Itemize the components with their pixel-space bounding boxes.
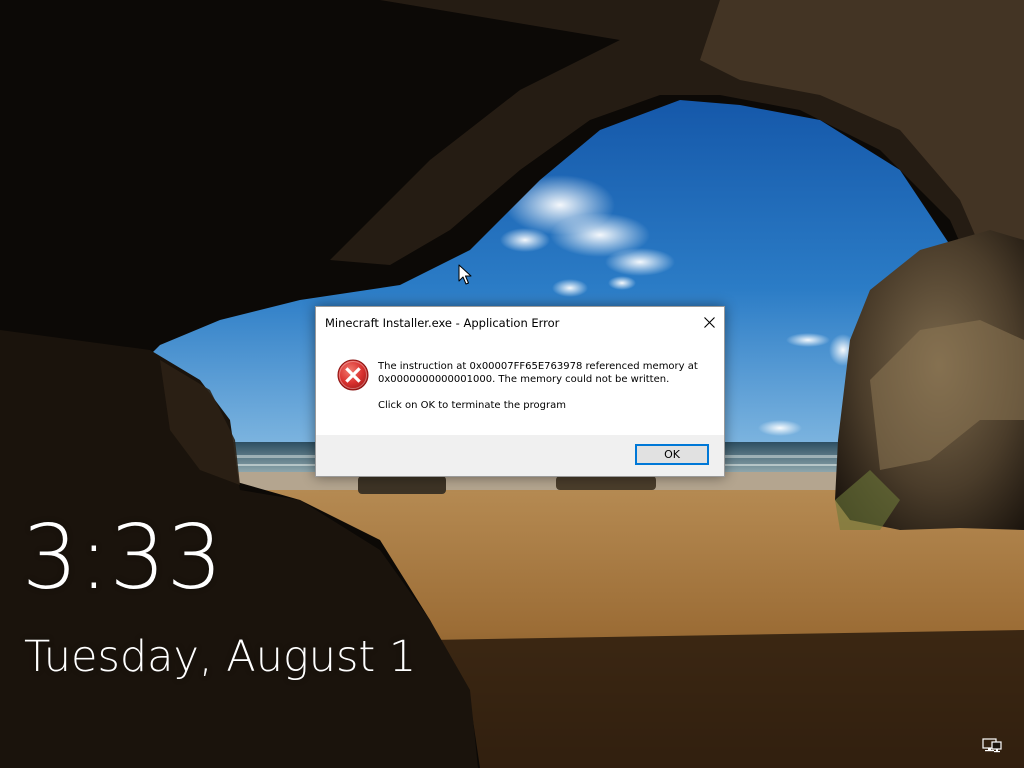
application-error-dialog: Minecraft Installer.exe - Application Er…: [315, 306, 725, 477]
error-icon: [337, 359, 369, 391]
error-message-hint: Click on OK to terminate the program: [378, 400, 566, 411]
lock-screen-time: 3:33: [22, 506, 224, 609]
error-message-line-2: 0x0000000000001000. The memory could not…: [378, 374, 670, 385]
network-icon[interactable]: [982, 738, 1002, 754]
error-message-line-1: The instruction at 0x00007FF65E763978 re…: [378, 361, 698, 372]
dialog-title: Minecraft Installer.exe - Application Er…: [325, 315, 560, 330]
ok-button[interactable]: OK: [635, 444, 709, 465]
close-icon: [703, 316, 715, 328]
error-message: The instruction at 0x00007FF65E763978 re…: [378, 360, 708, 412]
lock-screen-date: Tuesday, August 1: [24, 632, 417, 682]
mouse-pointer-icon: [458, 264, 472, 286]
dialog-titlebar[interactable]: Minecraft Installer.exe - Application Er…: [316, 307, 724, 337]
dialog-footer: OK: [316, 435, 724, 476]
dialog-body: The instruction at 0x00007FF65E763978 re…: [316, 337, 724, 435]
close-button[interactable]: [694, 307, 724, 337]
